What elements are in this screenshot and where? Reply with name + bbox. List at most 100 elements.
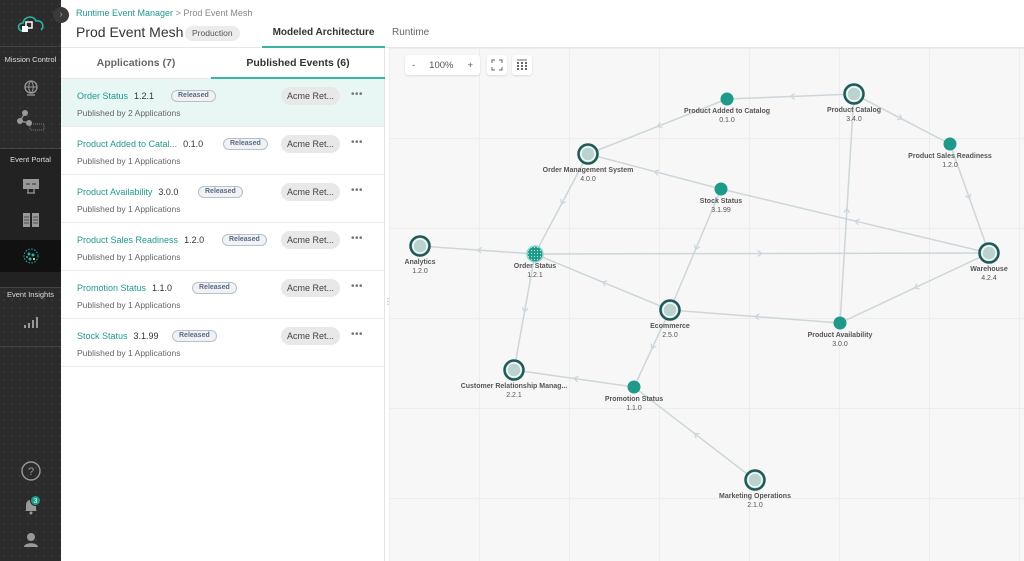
graph-node-os[interactable]: Order Status 1.2.1 — [514, 245, 557, 279]
application-domain-chip: Acme Ret... — [281, 183, 341, 201]
catalog-icon — [22, 213, 39, 227]
nav-item-insights[interactable] — [0, 306, 61, 338]
status-badge: Released — [171, 90, 216, 102]
breadcrumb-separator: > — [175, 8, 181, 18]
published-by-text: Published by 2 Applications — [77, 108, 181, 118]
status-badge: Released — [172, 330, 217, 342]
application-domain-chip: Acme Ret... — [281, 135, 341, 153]
graph-edge-pc-psr[interactable] — [853, 93, 951, 145]
tab-modeled-architecture[interactable]: Modeled Architecture — [262, 27, 385, 48]
event-name-link[interactable]: Stock Status — [77, 331, 128, 341]
zoom-in-button[interactable]: + — [460, 60, 480, 71]
application-domain-chip: Acme Ret... — [281, 231, 341, 249]
graph-node-crm[interactable]: Customer Relationship Manag... 2.2.1 — [461, 359, 568, 400]
more-options-button[interactable]: ••• — [351, 329, 363, 340]
node-version: 1.1.0 — [626, 405, 642, 412]
event-version: 1.1.0 — [152, 283, 173, 293]
graph-node-ec[interactable]: Ecommerce 2.5.0 — [650, 299, 690, 340]
node-label: Product Added to Catalog — [684, 108, 770, 115]
event-row[interactable]: Product Added to Catal... 0.1.0 Released … — [61, 127, 384, 175]
published-by-text: Published by 1 Applications — [77, 252, 181, 262]
application-domain-chip: Acme Ret... — [281, 327, 341, 345]
graph-node-mo[interactable]: Marketing Operations 2.1.0 — [719, 469, 791, 510]
graph-edge-pc-pac[interactable] — [726, 92, 855, 100]
user-profile-button[interactable] — [0, 524, 61, 556]
published-by-text: Published by 1 Applications — [77, 156, 181, 166]
event-name-link[interactable]: Product Added to Catal... — [77, 139, 177, 149]
app-root: › Mission Control Event Portal Event Ins… — [0, 0, 1024, 561]
node-label: Promotion Status — [605, 396, 663, 403]
breadcrumb-root-link[interactable]: Runtime Event Manager — [76, 8, 173, 18]
graph-edge-psr-wh[interactable] — [949, 143, 990, 254]
nav-item-runtime-event-manager[interactable] — [0, 240, 61, 272]
graph-node-oms[interactable]: Order Management System 4.0.0 — [543, 143, 634, 184]
event-node-icon — [720, 92, 734, 106]
grid-toggle-button[interactable] — [512, 55, 532, 75]
nav-divider — [0, 346, 61, 347]
application-domain-chip: Acme Ret... — [281, 279, 341, 297]
globe-icon — [23, 80, 38, 96]
event-name-link[interactable]: Product Availability — [77, 187, 152, 197]
fit-to-screen-button[interactable] — [487, 55, 507, 75]
event-name-link[interactable]: Order Status — [77, 91, 128, 101]
graph-edge-ec-ps[interactable] — [633, 309, 671, 388]
application-domain-chip: Acme Ret... — [281, 87, 341, 105]
more-options-button[interactable]: ••• — [351, 89, 363, 100]
cloud-logo-icon — [17, 16, 44, 32]
event-name-link[interactable]: Product Sales Readiness — [77, 235, 178, 245]
event-row[interactable]: Order Status 1.2.1 Released Published by … — [61, 79, 384, 127]
selected-event-node-icon — [526, 245, 544, 263]
graph-edge-wh-pa[interactable] — [839, 252, 990, 324]
graph-node-ps[interactable]: Promotion Status 1.1.0 — [605, 380, 663, 413]
events-panel: Applications (7) Published Events (6) Or… — [61, 48, 385, 561]
panel-resize-handle[interactable]: ⋮ — [384, 298, 392, 314]
more-options-button[interactable]: ••• — [351, 281, 363, 292]
graph-node-an[interactable]: Analytics 1.2.0 — [404, 235, 436, 276]
node-label: Analytics — [404, 259, 435, 266]
node-version: 3.0.0 — [832, 341, 848, 348]
event-row[interactable]: Product Sales Readiness 1.2.0 Released Pu… — [61, 223, 384, 271]
runtime-event-manager-icon — [23, 248, 38, 264]
node-label: Warehouse — [970, 266, 1008, 273]
architecture-graph[interactable]: Product Added to Catalog 0.1.0 Product Cat… — [389, 48, 1024, 561]
graph-edges — [419, 92, 990, 481]
notifications-button[interactable] — [0, 490, 61, 522]
tab-published-events[interactable]: Published Events (6) — [211, 48, 385, 79]
nav-item-globe[interactable] — [0, 72, 61, 104]
zoom-controls: - 100% + — [405, 55, 481, 75]
graph-node-psr[interactable]: Product Sales Readiness 1.2.0 — [908, 137, 992, 170]
nav-divider — [0, 287, 61, 288]
graph-edge-pa-ec[interactable] — [669, 309, 841, 324]
expand-nav-button[interactable]: › — [53, 7, 69, 23]
tab-applications[interactable]: Applications (7) — [61, 48, 211, 79]
solace-logo[interactable] — [0, 0, 61, 46]
breadcrumb-current: Prod Event Mesh — [183, 8, 253, 18]
help-button[interactable]: ? — [0, 455, 61, 487]
tab-runtime[interactable]: Runtime — [392, 27, 429, 48]
nav-item-mesh[interactable] — [0, 104, 61, 136]
more-options-button[interactable]: ••• — [351, 185, 363, 196]
more-options-button[interactable]: ••• — [351, 137, 363, 148]
more-options-button[interactable]: ••• — [351, 233, 363, 244]
nav-item-designer[interactable] — [0, 170, 61, 202]
event-row[interactable]: Promotion Status 1.1.0 Released Published… — [61, 271, 384, 319]
event-row[interactable]: Product Availability 3.0.0 Released Publi… — [61, 175, 384, 223]
graph-node-ss[interactable]: Stock Status 3.1.99 — [700, 182, 743, 215]
graph-canvas[interactable]: Product Added to Catalog 0.1.0 Product Cat… — [389, 48, 1024, 561]
nav-item-catalog[interactable] — [0, 204, 61, 236]
graph-edge-wh-ss[interactable] — [720, 188, 990, 254]
node-label: Order Management System — [543, 167, 634, 174]
nav-section-event-portal: Event Portal — [10, 155, 51, 164]
node-label: Marketing Operations — [719, 493, 791, 500]
node-version: 1.2.1 — [527, 272, 543, 279]
event-version: 3.0.0 — [158, 187, 179, 197]
help-icon: ? — [20, 461, 41, 481]
graph-edge-os-wh[interactable] — [534, 250, 990, 257]
zoom-out-button[interactable]: - — [405, 60, 422, 71]
graph-edge-os-an[interactable] — [419, 245, 536, 255]
event-node-icon — [833, 316, 847, 330]
event-name-link[interactable]: Promotion Status — [77, 283, 146, 293]
graph-edge-pa-pc[interactable] — [839, 93, 855, 324]
event-row[interactable]: Stock Status 3.1.99 Released Published by… — [61, 319, 384, 367]
graph-nodes: Product Added to Catalog 0.1.0 Product Cat… — [404, 83, 1008, 510]
